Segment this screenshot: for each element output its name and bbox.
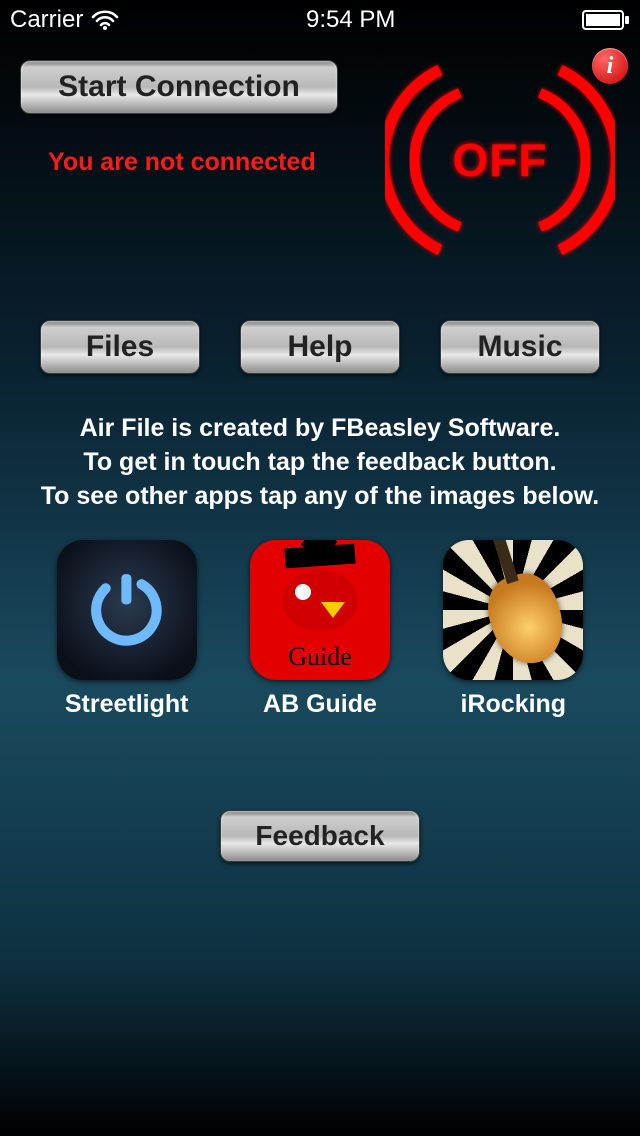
connection-status-text: You are not connected bbox=[48, 148, 316, 177]
help-button[interactable]: Help bbox=[240, 320, 400, 374]
status-bar: Carrier 9:54 PM bbox=[0, 0, 640, 40]
app-abguide-label: AB Guide bbox=[263, 690, 377, 719]
files-button[interactable]: Files bbox=[40, 320, 200, 374]
status-left: Carrier bbox=[10, 6, 119, 34]
wifi-icon bbox=[91, 9, 119, 31]
desc-line-2: To get in touch tap the feedback button. bbox=[10, 446, 630, 480]
abguide-icon-text: Guide bbox=[288, 642, 352, 672]
power-indicator[interactable]: OFF bbox=[380, 50, 620, 270]
apps-row: Streetlight Guide AB Guide iRocking bbox=[0, 540, 640, 719]
start-connection-button[interactable]: Start Connection bbox=[20, 60, 338, 114]
carrier-label: Carrier bbox=[10, 6, 83, 34]
info-button[interactable]: i bbox=[592, 48, 628, 84]
status-right bbox=[582, 10, 630, 30]
app-abguide[interactable]: Guide AB Guide bbox=[235, 540, 405, 719]
app-irocking[interactable]: iRocking bbox=[428, 540, 598, 719]
feedback-button[interactable]: Feedback bbox=[220, 810, 420, 862]
app-streetlight-label: Streetlight bbox=[65, 690, 189, 719]
nav-row: Files Help Music bbox=[0, 320, 640, 374]
desc-line-3: To see other apps tap any of the images … bbox=[10, 480, 630, 514]
description-text: Air File is created by FBeasley Software… bbox=[0, 412, 640, 513]
desc-line-1: Air File is created by FBeasley Software… bbox=[10, 412, 630, 446]
battery-icon bbox=[582, 10, 630, 30]
graduation-cap-icon bbox=[284, 544, 355, 569]
power-state-label: OFF bbox=[453, 133, 548, 187]
irocking-icon bbox=[443, 540, 583, 680]
app-streetlight[interactable]: Streetlight bbox=[42, 540, 212, 719]
angry-bird-icon bbox=[283, 570, 357, 630]
music-button[interactable]: Music bbox=[440, 320, 600, 374]
app-irocking-label: iRocking bbox=[461, 690, 567, 719]
clock: 9:54 PM bbox=[306, 6, 395, 34]
abguide-icon: Guide bbox=[250, 540, 390, 680]
guitar-icon bbox=[479, 565, 573, 672]
streetlight-icon bbox=[57, 540, 197, 680]
